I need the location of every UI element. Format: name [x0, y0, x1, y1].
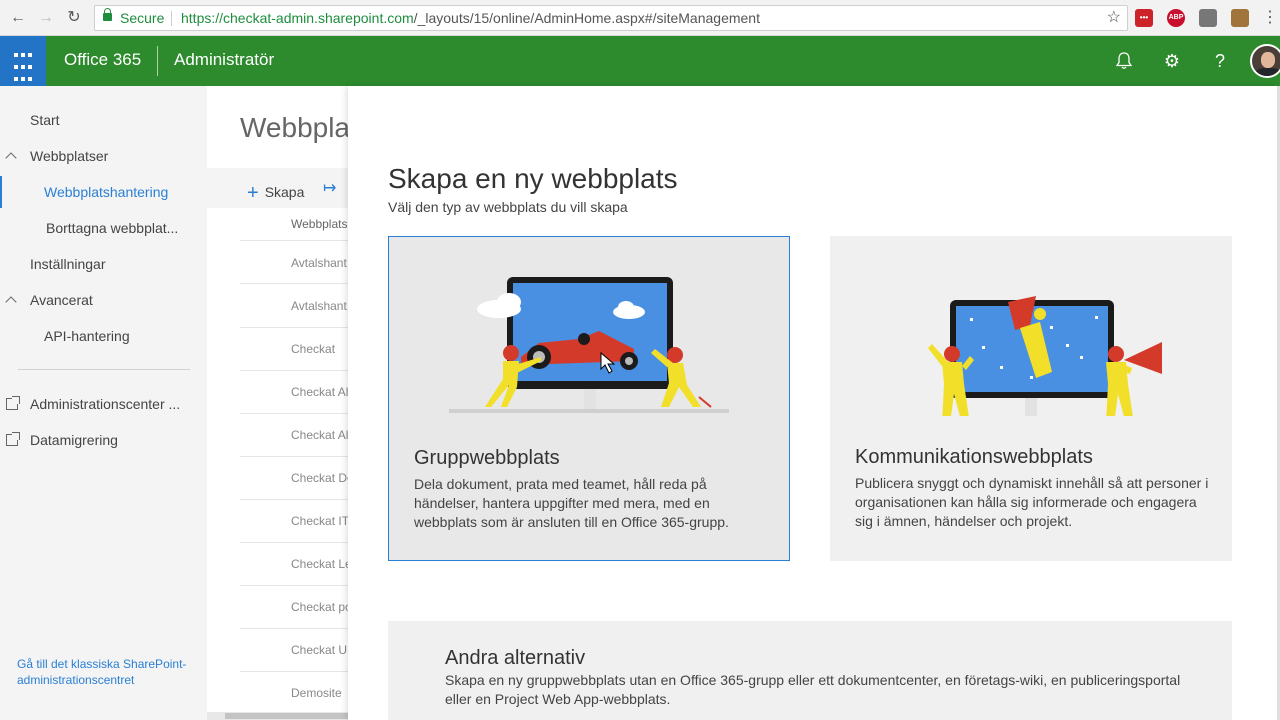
back-arrow-icon[interactable]: ←	[8, 8, 28, 28]
bell-icon[interactable]	[1112, 49, 1136, 73]
url-separator	[171, 11, 172, 26]
help-icon[interactable]: ?	[1208, 49, 1232, 73]
nav-api-management[interactable]: API-hantering	[44, 328, 130, 344]
table-row[interactable]: Checkat po	[291, 600, 348, 614]
team-site-title: Gruppwebbplats	[414, 447, 560, 469]
communication-site-card[interactable]: Kommunikationswebbplats Publicera snyggt…	[830, 236, 1232, 561]
panel-subtitle: Välj den typ av webbplats du vill skapa	[388, 199, 628, 215]
external-link-icon	[6, 396, 20, 410]
brand-title[interactable]: Office 365	[64, 50, 141, 70]
row-divider	[240, 327, 348, 328]
communication-site-description: Publicera snyggt och dynamiskt innehåll …	[855, 475, 1209, 529]
nav-active-indicator	[0, 176, 2, 208]
nav-site-management[interactable]: Webbplatshantering	[44, 184, 168, 200]
nav-settings[interactable]: Inställningar	[30, 256, 106, 272]
horizontal-scrollbar[interactable]	[207, 712, 348, 720]
left-nav: Start Webbplatser Webbplatshantering Bor…	[0, 86, 207, 720]
plus-icon: +	[247, 182, 259, 204]
column-header-site[interactable]: Webbplats	[291, 217, 347, 231]
nav-start[interactable]: Start	[30, 112, 60, 128]
extension-icon[interactable]	[1199, 9, 1217, 27]
row-divider	[240, 585, 348, 586]
gear-icon[interactable]: ⚙	[1160, 49, 1184, 73]
page-title: Webbplat	[240, 112, 348, 143]
box-extension-icon[interactable]	[1231, 9, 1249, 27]
lastpass-icon[interactable]: •••	[1135, 9, 1153, 27]
avatar[interactable]	[1250, 44, 1280, 78]
bookmark-star-icon[interactable]: ☆	[1107, 6, 1121, 30]
team-site-illustration	[449, 277, 729, 413]
table-row[interactable]: Checkat	[291, 342, 335, 356]
table-row[interactable]: Demosite	[291, 686, 342, 700]
nav-advanced[interactable]: Avancerat	[30, 292, 93, 308]
create-site-panel: Skapa en ny webbplats Välj den typ av we…	[348, 86, 1277, 720]
other-options-title: Andra alternativ	[445, 647, 586, 669]
other-options-card[interactable]: Andra alternativ Skapa en ny gruppwebbpl…	[388, 621, 1232, 720]
url-host: https://checkat-admin.sharepoint.com	[181, 10, 414, 26]
chevron-up-icon[interactable]	[5, 296, 17, 308]
app-launcher-icon[interactable]	[0, 36, 46, 86]
row-divider	[240, 628, 348, 629]
table-row[interactable]: Checkat Al	[291, 385, 348, 399]
nav-divider	[18, 369, 190, 370]
address-bar[interactable]: Secure https://checkat-admin.sharepoint.…	[94, 5, 1128, 31]
row-divider	[240, 456, 348, 457]
nav-admin-centers[interactable]: Administrationscenter ...	[30, 396, 180, 412]
table-row[interactable]: Avtalshant	[291, 299, 347, 313]
nav-sites[interactable]: Webbplatser	[30, 148, 108, 164]
table-row[interactable]: Checkat Le	[291, 557, 348, 571]
classic-admin-link[interactable]: Gå till det klassiska SharePoint-adminis…	[17, 656, 197, 688]
row-divider	[240, 370, 348, 371]
table-row[interactable]: Checkat IT	[291, 514, 348, 528]
table-row[interactable]: Checkat Al	[291, 428, 348, 442]
app-title[interactable]: Administratör	[174, 50, 274, 70]
site-list-page: Webbplat + Skapa ↦ Webbplats Avtalshant A…	[207, 86, 348, 720]
row-divider	[240, 413, 348, 414]
adblock-icon[interactable]: ABP	[1167, 9, 1185, 27]
chrome-menu-icon[interactable]: ⋮	[1262, 8, 1278, 28]
nav-deleted-sites[interactable]: Borttagna webbplat...	[46, 220, 178, 236]
nav-data-migration[interactable]: Datamigrering	[30, 432, 118, 448]
row-divider	[240, 240, 348, 241]
other-options-description: Skapa en ny gruppwebbplats utan en Offic…	[445, 672, 1181, 707]
panel-title: Skapa en ny webbplats	[388, 163, 678, 194]
header-divider	[157, 46, 158, 76]
communication-site-title: Kommunikationswebbplats	[855, 446, 1093, 468]
team-site-description: Dela dokument, prata med teamet, håll re…	[414, 476, 729, 530]
row-divider	[240, 671, 348, 672]
table-row[interactable]: Checkat De	[291, 471, 348, 485]
reload-icon[interactable]: ↻	[64, 8, 84, 28]
url-path: /_layouts/15/online/AdminHome.aspx#/site…	[413, 10, 760, 26]
external-link-icon	[6, 432, 20, 446]
create-label: Skapa	[264, 184, 305, 200]
communication-site-illustration	[928, 296, 1162, 416]
suite-header: Office 365 Administratör ⚙ ?	[0, 36, 1280, 86]
browser-toolbar: ← → ↻ Secure https://checkat-admin.share…	[0, 0, 1280, 36]
create-button[interactable]: + Skapa	[247, 180, 305, 204]
secure-label: Secure	[120, 10, 165, 26]
chevron-up-icon[interactable]	[5, 152, 17, 164]
team-site-card[interactable]: Gruppwebbplats Dela dokument, prata med …	[388, 236, 790, 561]
lock-icon	[103, 8, 112, 21]
row-divider	[240, 499, 348, 500]
arrow-right-icon[interactable]: ↦	[323, 178, 336, 198]
url-text: https://checkat-admin.sharepoint.com/_la…	[181, 6, 760, 30]
row-divider	[240, 283, 348, 284]
forward-arrow-icon[interactable]: →	[36, 8, 56, 28]
table-row[interactable]: Checkat U	[291, 643, 347, 657]
table-row[interactable]: Avtalshant	[291, 256, 347, 270]
row-divider	[240, 542, 348, 543]
